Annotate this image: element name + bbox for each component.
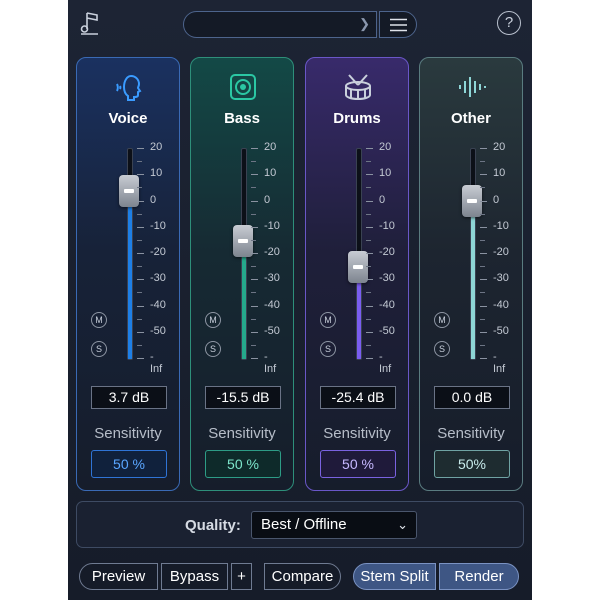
scale-label: -50 — [264, 324, 280, 337]
scale-label: -Inf — [264, 351, 277, 375]
mute-button[interactable]: M — [91, 312, 107, 328]
gain-readout[interactable]: 3.7 dB — [91, 386, 167, 409]
fader-fill — [242, 242, 246, 359]
scale-label: 20 — [264, 141, 277, 153]
chevron-down-icon: ❯ — [359, 16, 370, 31]
fader-fill — [471, 201, 475, 359]
scale-label: -20 — [150, 246, 166, 258]
mute-button[interactable]: M — [205, 312, 221, 328]
fader-scale: 20 10 0 -10 -20 -30 -40 -50 -Inf — [366, 141, 406, 375]
scale-label: -40 — [150, 298, 166, 311]
render-button[interactable]: Render — [439, 563, 519, 590]
sensitivity-label: Sensitivity — [208, 425, 276, 442]
quality-bar: Quality: Best / Offline ⌄ — [76, 501, 524, 548]
gain-readout[interactable]: -15.5 dB — [205, 386, 281, 409]
stem-split-button[interactable]: Stem Split — [353, 563, 436, 590]
scale-label: -50 — [493, 324, 509, 337]
quality-label: Quality: — [185, 517, 241, 534]
stem-name: Voice — [108, 110, 148, 127]
scale-label: 10 — [379, 167, 392, 180]
mute-button[interactable]: M — [320, 312, 336, 328]
scale-label: 0 — [493, 193, 500, 206]
scale-label: -50 — [379, 324, 395, 337]
scale-label: 20 — [150, 141, 163, 153]
scale-label: -10 — [264, 219, 280, 232]
scale-label: 0 — [264, 193, 271, 206]
scale-label: -10 — [150, 219, 166, 232]
scale-label: 0 — [150, 193, 157, 206]
fader-handle[interactable] — [119, 174, 139, 207]
scale-label: 10 — [264, 167, 277, 180]
quality-select[interactable]: Best / Offline ⌄ — [251, 511, 417, 539]
chevron-down-icon: ⌄ — [397, 517, 408, 532]
help-button[interactable]: ? — [497, 11, 521, 35]
compare-button[interactable]: Compare — [264, 563, 341, 590]
scale-label: -Inf — [150, 351, 163, 375]
scale-label: -40 — [493, 298, 509, 311]
drum-icon — [345, 74, 371, 101]
sensitivity-field[interactable]: 50 % — [205, 450, 281, 478]
preset-dropdown[interactable]: ❯ — [183, 11, 377, 38]
voice-head-icon — [116, 74, 142, 101]
scale-label: 20 — [379, 141, 392, 153]
plugin-window: ❯ ? Voice 20 10 0 -10 -20 -30 -40 -50 -Inf M S 3.7 d… — [68, 0, 532, 600]
scale-label: -50 — [150, 324, 166, 337]
fader-scale: 20 10 0 -10 -20 -30 -40 -50 -Inf — [137, 141, 177, 375]
scale-label: 10 — [493, 167, 506, 180]
solo-button[interactable]: S — [320, 341, 336, 357]
scale-label: -10 — [493, 219, 509, 232]
fader-scale: 20 10 0 -10 -20 -30 -40 -50 -Inf — [480, 141, 520, 375]
scale-label: -20 — [264, 246, 280, 258]
stem-name: Drums — [333, 110, 381, 127]
fader-handle[interactable] — [462, 184, 482, 217]
scale-label: -30 — [379, 272, 395, 285]
add-button[interactable]: + — [231, 563, 252, 590]
sensitivity-field[interactable]: 50 % — [320, 450, 396, 478]
sensitivity-label: Sensitivity — [437, 425, 505, 442]
stem-name: Bass — [224, 110, 260, 127]
scale-label: 0 — [379, 193, 386, 206]
scale-label: -30 — [264, 272, 280, 285]
gain-readout[interactable]: -25.4 dB — [320, 386, 396, 409]
scale-label: -40 — [264, 298, 280, 311]
fader-track[interactable] — [470, 148, 476, 360]
stem-panel-voice: Voice 20 10 0 -10 -20 -30 -40 -50 -Inf M S 3.7 dB Sen… — [76, 57, 180, 491]
sensitivity-field[interactable]: 50% — [434, 450, 510, 478]
sensitivity-label: Sensitivity — [323, 425, 391, 442]
solo-button[interactable]: S — [205, 341, 221, 357]
scale-label: -20 — [379, 246, 395, 258]
waveform-icon — [459, 77, 486, 97]
stem-panel-other: Other 20 10 0 -10 -20 -30 -40 -50 -Inf M S 0.0 dB Sen… — [419, 57, 523, 491]
mute-button[interactable]: M — [434, 312, 450, 328]
speaker-icon — [230, 74, 256, 100]
fader-handle[interactable] — [233, 225, 253, 258]
preview-button[interactable]: Preview — [79, 563, 158, 590]
fader-handle[interactable] — [348, 251, 368, 284]
quality-value: Best / Offline — [261, 516, 347, 533]
scale-label: 20 — [493, 141, 506, 153]
scale-label: 10 — [150, 167, 163, 180]
scale-label: -10 — [379, 219, 395, 232]
scale-label: -Inf — [493, 351, 506, 375]
scale-label: -20 — [493, 246, 509, 258]
sensitivity-field[interactable]: 50 % — [91, 450, 167, 478]
bypass-button[interactable]: Bypass — [161, 563, 228, 590]
preset-menu-button[interactable] — [379, 11, 417, 38]
solo-button[interactable]: S — [434, 341, 450, 357]
stem-panel-bass: Bass 20 10 0 -10 -20 -30 -40 -50 -Inf M S -15.5 dB Se… — [190, 57, 294, 491]
fader-fill — [128, 191, 132, 359]
scale-label: -40 — [379, 298, 395, 311]
stem-name: Other — [450, 110, 491, 127]
scale-label: -30 — [493, 272, 509, 285]
sensitivity-label: Sensitivity — [94, 425, 162, 442]
stem-panel-drums: Drums 20 10 0 -10 -20 -30 -40 -50 -Inf M S -25.4 dB S… — [305, 57, 409, 491]
music-note-icon[interactable] — [80, 11, 100, 35]
gain-readout[interactable]: 0.0 dB — [434, 386, 510, 409]
solo-button[interactable]: S — [91, 341, 107, 357]
scale-label: -30 — [150, 272, 166, 285]
hamburger-menu-icon — [390, 18, 407, 32]
fader-scale: 20 10 0 -10 -20 -30 -40 -50 -Inf — [251, 141, 291, 375]
scale-label: -Inf — [379, 351, 392, 375]
